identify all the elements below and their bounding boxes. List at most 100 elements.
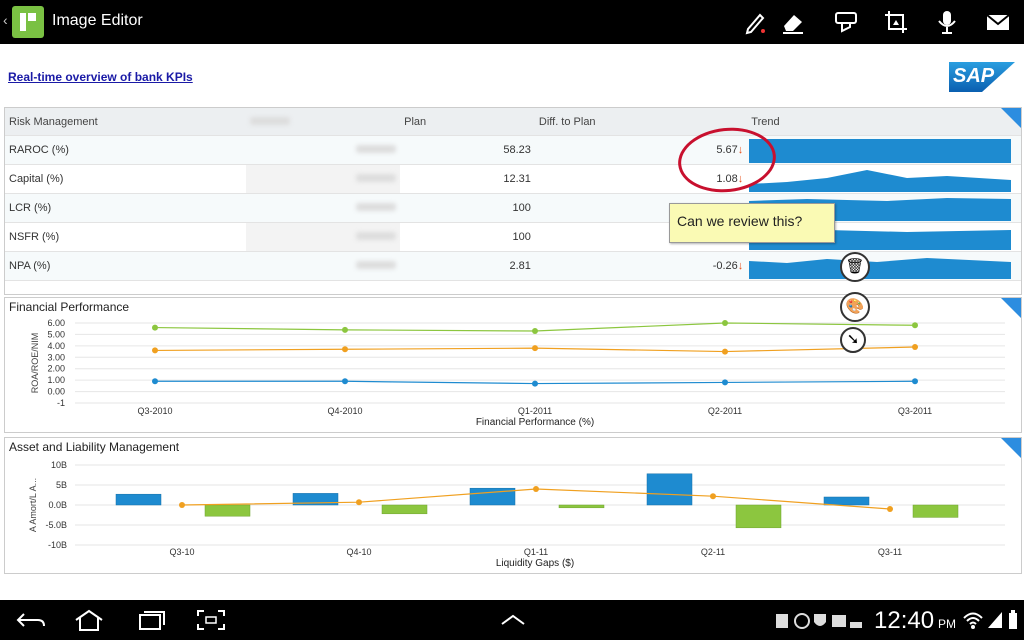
data-point bbox=[152, 347, 158, 354]
y-tick-label: 10B bbox=[51, 460, 67, 470]
clock-ampm: PM bbox=[938, 617, 956, 631]
data-point bbox=[152, 378, 158, 385]
x-tick-label: Q2-11 bbox=[701, 547, 725, 557]
screenshot-icon[interactable] bbox=[194, 608, 228, 632]
signal-icon bbox=[988, 612, 1002, 628]
y-tick-label: 5.00 bbox=[47, 329, 65, 339]
bar-liability bbox=[735, 504, 782, 529]
kpi-name: NSFR (%) bbox=[5, 222, 246, 252]
data-point bbox=[710, 493, 716, 500]
x-axis-label: Liquidity Gaps ($) bbox=[496, 558, 574, 569]
data-point bbox=[912, 378, 918, 385]
plan-value: 100 bbox=[400, 193, 535, 223]
down-arrow-icon: ↓ bbox=[737, 260, 744, 272]
trash-icon[interactable]: 🗑 bbox=[840, 252, 870, 282]
page-link[interactable]: Real-time overview of bank KPIs bbox=[8, 70, 193, 84]
financial-performance-panel: Financial Performance 6.00 5.00 4.00 3.00 2.… bbox=[4, 297, 1022, 433]
data-point bbox=[533, 486, 539, 492]
sap-logo: SAP bbox=[949, 62, 1015, 92]
data-point bbox=[912, 322, 918, 329]
x-tick-label: Q3-10 bbox=[169, 547, 194, 557]
kpi-name: RAROC (%) bbox=[5, 135, 246, 165]
plan-value: 12.31 bbox=[400, 164, 535, 194]
sticky-note[interactable]: Can we review this? bbox=[669, 203, 835, 243]
y-tick-label: -1 bbox=[57, 398, 65, 408]
table-header: Risk Management Plan Diff. to Plan Trend bbox=[5, 108, 1021, 136]
y-tick-label: 2.00 bbox=[47, 364, 65, 374]
data-point bbox=[722, 348, 728, 355]
action-bar: ‹ Image Editor bbox=[0, 0, 1024, 44]
y-tick-label: -10B bbox=[48, 540, 67, 550]
notification-icons bbox=[776, 613, 862, 629]
y-tick-label: -5.0B bbox=[45, 520, 67, 530]
x-axis-label: Financial Performance (%) bbox=[476, 417, 594, 428]
data-point bbox=[342, 346, 348, 353]
y-tick-label: 4.00 bbox=[47, 341, 65, 351]
chevron-up-icon[interactable] bbox=[496, 608, 530, 632]
col-header-name[interactable]: Risk Management bbox=[5, 108, 246, 136]
actual-value bbox=[245, 164, 401, 194]
data-point bbox=[532, 328, 538, 334]
back-icon[interactable] bbox=[14, 608, 48, 632]
crop-icon[interactable] bbox=[883, 9, 909, 35]
data-point bbox=[179, 502, 185, 508]
data-point bbox=[356, 499, 362, 506]
app-title: Image Editor bbox=[52, 12, 143, 29]
y-tick-label: 3.00 bbox=[47, 352, 65, 362]
data-point bbox=[342, 326, 348, 333]
x-tick-label: Q4-10 bbox=[346, 547, 371, 557]
col-header-plan[interactable]: Plan bbox=[400, 108, 535, 136]
table-row[interactable]: Capital (%) 12.31 1.08↓ bbox=[5, 164, 1021, 194]
app-logo-icon[interactable] bbox=[12, 6, 44, 38]
line-chart: 6.005.00 4.003.00 2.001.00 0.00-1 Q3-2010 Q4-… bbox=[30, 318, 1005, 428]
pen-icon[interactable] bbox=[742, 9, 768, 35]
eraser-icon[interactable] bbox=[780, 9, 806, 35]
bar-liability bbox=[558, 504, 605, 509]
bar-asset bbox=[823, 496, 870, 506]
y-tick-label: 1.00 bbox=[47, 375, 65, 385]
wifi-icon bbox=[963, 612, 983, 629]
x-tick-label: Q1-2011 bbox=[518, 406, 552, 416]
table-row[interactable]: LCR (%) 100 bbox=[5, 193, 1021, 223]
actual-value bbox=[245, 222, 401, 252]
actual-value bbox=[245, 193, 401, 223]
stamp-icon[interactable] bbox=[833, 9, 859, 35]
col-header-actual[interactable] bbox=[245, 108, 401, 136]
trend-sparkline bbox=[747, 164, 1021, 194]
bar-chart: 10B 5B 0.0B -5.0B -10B Q3-10 Q4-10 Q1-11 Q2-11 Q3… bbox=[28, 460, 1005, 569]
kpi-name: LCR (%) bbox=[5, 193, 246, 223]
x-tick-label: Q3-2010 bbox=[137, 406, 172, 416]
table-row[interactable]: NSFR (%) 100 bbox=[5, 222, 1021, 252]
diff-value: -0.26↓ bbox=[534, 251, 748, 281]
recent-apps-icon[interactable] bbox=[134, 608, 168, 632]
data-point bbox=[342, 378, 348, 385]
x-tick-label: Q1-11 bbox=[524, 547, 548, 557]
bar-liability bbox=[912, 504, 959, 518]
data-point bbox=[532, 380, 538, 387]
y-tick-label: 0.00 bbox=[47, 387, 65, 397]
data-point bbox=[912, 344, 918, 350]
plan-value: 2.81 bbox=[400, 251, 535, 281]
back-chevron-icon[interactable]: ‹ bbox=[3, 12, 8, 28]
system-nav-bar: 12:40 PM bbox=[0, 600, 1024, 640]
data-point bbox=[722, 320, 728, 326]
plan-value: 58.23 bbox=[400, 135, 535, 165]
kpi-name: NPA (%) bbox=[5, 251, 246, 281]
y-axis-label: A Amort/L A... bbox=[28, 478, 38, 532]
bar-asset bbox=[115, 493, 162, 506]
data-point bbox=[152, 324, 158, 331]
y-tick-label: 0.0B bbox=[48, 500, 67, 510]
kpi-name: Capital (%) bbox=[5, 164, 246, 194]
trend-sparkline bbox=[747, 251, 1021, 281]
palette-icon[interactable]: 🎨 bbox=[840, 292, 870, 322]
mic-icon[interactable] bbox=[934, 9, 960, 35]
resize-arrow-icon[interactable]: ➘ bbox=[840, 327, 866, 353]
col-header-trend[interactable]: Trend bbox=[747, 108, 1021, 136]
home-icon[interactable] bbox=[72, 608, 106, 632]
x-tick-label: Q4-2010 bbox=[327, 406, 362, 416]
table-row[interactable]: RAROC (%) 58.23 5.67↓ bbox=[5, 135, 1021, 165]
data-point bbox=[722, 379, 728, 386]
data-point bbox=[887, 506, 893, 512]
mail-icon[interactable] bbox=[985, 9, 1011, 35]
bar-liability bbox=[381, 504, 428, 515]
